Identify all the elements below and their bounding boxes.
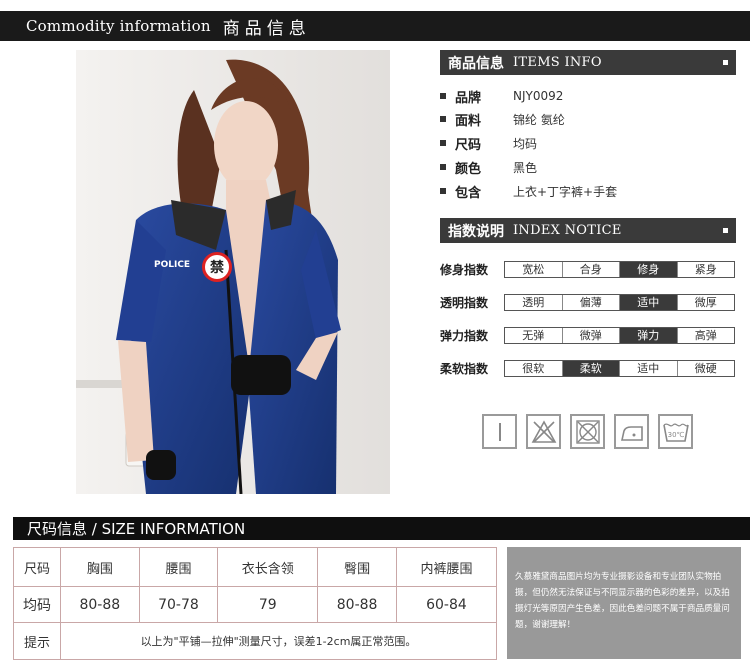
index-notice-header: 指数说明 INDEX NOTICE: [440, 218, 736, 243]
info-value: 黑色: [513, 160, 538, 175]
wash-30c-icon: 30℃: [658, 414, 693, 449]
index-notice-title-cn: 指数说明: [448, 223, 504, 240]
table-row: 提示 以上为"平铺—拉伸"测量尺寸，误差1-2cm属正常范围。: [13, 622, 497, 660]
square-icon: [723, 228, 728, 233]
bullet-icon: [440, 164, 446, 170]
table-header-cell: 臀围: [317, 547, 397, 587]
scale-cell: 宽松: [505, 261, 563, 277]
censor-badge-text: 禁: [210, 260, 224, 276]
info-value: 上衣+丁字裤+手套: [513, 184, 618, 199]
no-tumble-dry-icon: [570, 414, 605, 449]
header-title-en: Commodity information: [26, 17, 211, 35]
info-value: 锦纶 氨纶: [513, 112, 565, 127]
info-value: NJY0092: [513, 89, 564, 103]
bullet-icon: [440, 116, 446, 122]
table-cell: 60-84: [395, 586, 498, 623]
bullet-icon: [440, 188, 446, 194]
hand-wash-line-icon: [482, 414, 517, 449]
info-row-fabric: 面料 锦纶 氨纶: [440, 109, 565, 129]
table-header-cell: 尺码: [13, 547, 61, 587]
bullet-icon: [440, 140, 446, 146]
info-value: 均码: [513, 136, 538, 151]
index-scale: 宽松 合身 修身 紧身: [504, 260, 735, 278]
scale-cell: 很软: [505, 360, 563, 376]
size-info-title: 尺码信息 / SIZE INFORMATION: [27, 520, 246, 538]
bullet-icon: [440, 93, 446, 99]
wash-temp-text: 30℃: [667, 431, 684, 439]
table-header-cell: 内裤腰围: [395, 547, 498, 587]
index-label: 透明指数: [440, 295, 489, 310]
scale-cell: 紧身: [677, 261, 734, 277]
index-row-fit: 修身指数 宽松 合身 修身 紧身: [440, 258, 735, 280]
index-row-softness: 柔软指数 很软 柔软 适中 微硬: [440, 357, 735, 379]
commodity-header: Commodity information 商品信息: [0, 11, 750, 41]
scale-cell-selected: 弹力: [620, 327, 678, 343]
scale-cell: 透明: [505, 294, 563, 310]
product-photo: POLICE 禁: [76, 50, 390, 494]
censor-badge-icon: 禁: [202, 252, 232, 282]
scale-cell: 微厚: [677, 294, 734, 310]
iron-icon: [614, 414, 649, 449]
index-scale: 无弹 微弹 弹力 高弹: [504, 326, 735, 344]
index-row-transparency: 透明指数 透明 偏薄 适中 微厚: [440, 291, 735, 313]
size-info-header: 尺码信息 / SIZE INFORMATION: [13, 517, 750, 540]
scale-cell: 微弹: [562, 327, 620, 343]
table-header-cell: 衣长含领: [217, 547, 319, 587]
index-scale: 很软 柔软 适中 微硬: [504, 359, 735, 377]
size-table: 尺码 胸围 腰围 衣长含领 臀围 内裤腰围 均码 80-88 70-78 79 …: [13, 547, 498, 660]
info-key: 品牌: [455, 90, 482, 106]
index-label: 柔软指数: [440, 361, 489, 376]
scale-cell-selected: 柔软: [562, 360, 620, 376]
index-scale: 透明 偏薄 适中 微厚: [504, 293, 735, 311]
scale-cell: 偏薄: [562, 294, 620, 310]
color-disclaimer: 久慕雅黛商品图片均为专业摄影设备和专业团队实物拍摄，但仍然无法保证与不同显示器的…: [507, 547, 741, 659]
info-key: 面料: [455, 113, 482, 129]
care-icons: 30℃: [482, 414, 702, 449]
index-row-elasticity: 弹力指数 无弹 微弹 弹力 高弹: [440, 324, 735, 346]
table-cell: 80-88: [317, 586, 397, 623]
scale-cell: 微硬: [677, 360, 734, 376]
table-cell: 79: [217, 586, 319, 623]
scale-cell-selected: 修身: [620, 261, 678, 277]
scale-cell: 合身: [562, 261, 620, 277]
table-row: 均码 80-88 70-78 79 80-88 60-84: [13, 586, 498, 623]
info-key: 颜色: [455, 161, 482, 177]
table-row: 尺码 胸围 腰围 衣长含领 臀围 内裤腰围: [13, 547, 498, 587]
index-label: 弹力指数: [440, 328, 489, 343]
scale-cell-selected: 适中: [620, 294, 678, 310]
no-bleach-icon: [526, 414, 561, 449]
index-notice-title-en: INDEX NOTICE: [513, 223, 622, 238]
info-row-includes: 包含 上衣+丁字裤+手套: [440, 181, 617, 201]
square-icon: [723, 60, 728, 65]
items-info-title-cn: 商品信息: [448, 55, 504, 72]
table-header-cell: 胸围: [60, 547, 140, 587]
table-cell: 70-78: [138, 586, 219, 623]
info-key: 尺码: [455, 137, 482, 153]
info-key: 包含: [455, 185, 482, 201]
items-info-header: 商品信息 ITEMS INFO: [440, 50, 736, 75]
table-header-cell: 腰围: [138, 547, 219, 587]
header-title-cn: 商品信息: [222, 18, 311, 39]
info-row-color: 颜色 黑色: [440, 157, 537, 177]
info-row-brand: 品牌 NJY0092: [440, 86, 563, 106]
scale-cell: 无弹: [505, 327, 563, 343]
scale-cell: 高弹: [677, 327, 734, 343]
note-text: 以上为"平铺—拉伸"测量尺寸，误差1-2cm属正常范围。: [60, 622, 497, 660]
table-cell: 均码: [13, 586, 61, 623]
index-label: 修身指数: [440, 262, 489, 277]
police-patch-text: POLICE: [154, 260, 190, 270]
table-cell: 80-88: [60, 586, 140, 623]
items-info-title-en: ITEMS INFO: [513, 55, 602, 70]
note-label: 提示: [13, 622, 61, 660]
scale-cell: 适中: [620, 360, 678, 376]
info-row-size: 尺码 均码: [440, 133, 537, 153]
